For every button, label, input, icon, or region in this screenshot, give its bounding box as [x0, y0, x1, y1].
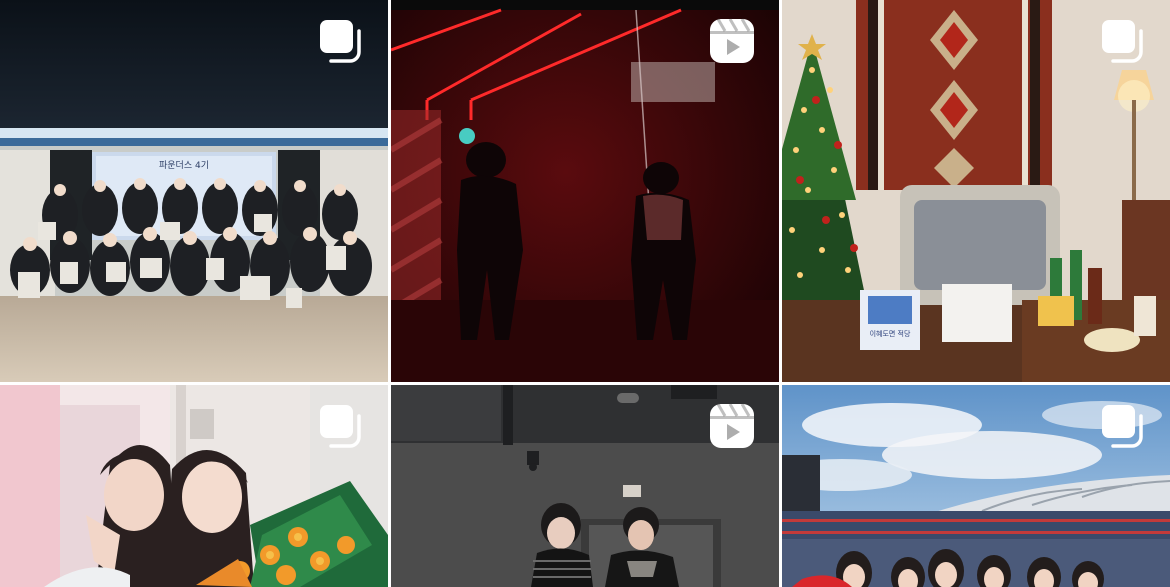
post-thumbnail-4[interactable]: [0, 385, 388, 587]
post-thumbnail-2[interactable]: [391, 0, 779, 382]
bag-text: 이혜도면 적당: [870, 329, 911, 338]
post-thumbnail-3[interactable]: 이혜도면 적당: [782, 0, 1170, 382]
carousel-icon: [316, 401, 366, 451]
post-grid: 파운더스 4기 이혜도면 적당: [0, 0, 1170, 587]
post-thumbnail-5[interactable]: [391, 385, 779, 587]
post-thumbnail-6[interactable]: [782, 385, 1170, 587]
carousel-icon: [316, 16, 366, 66]
carousel-icon: [1098, 16, 1148, 66]
post-thumbnail-1[interactable]: 파운더스 4기: [0, 0, 388, 382]
screen-text: 파운더스 4기: [159, 160, 209, 171]
reels-icon: [707, 16, 757, 66]
carousel-icon: [1098, 401, 1148, 451]
reels-icon: [707, 401, 757, 451]
